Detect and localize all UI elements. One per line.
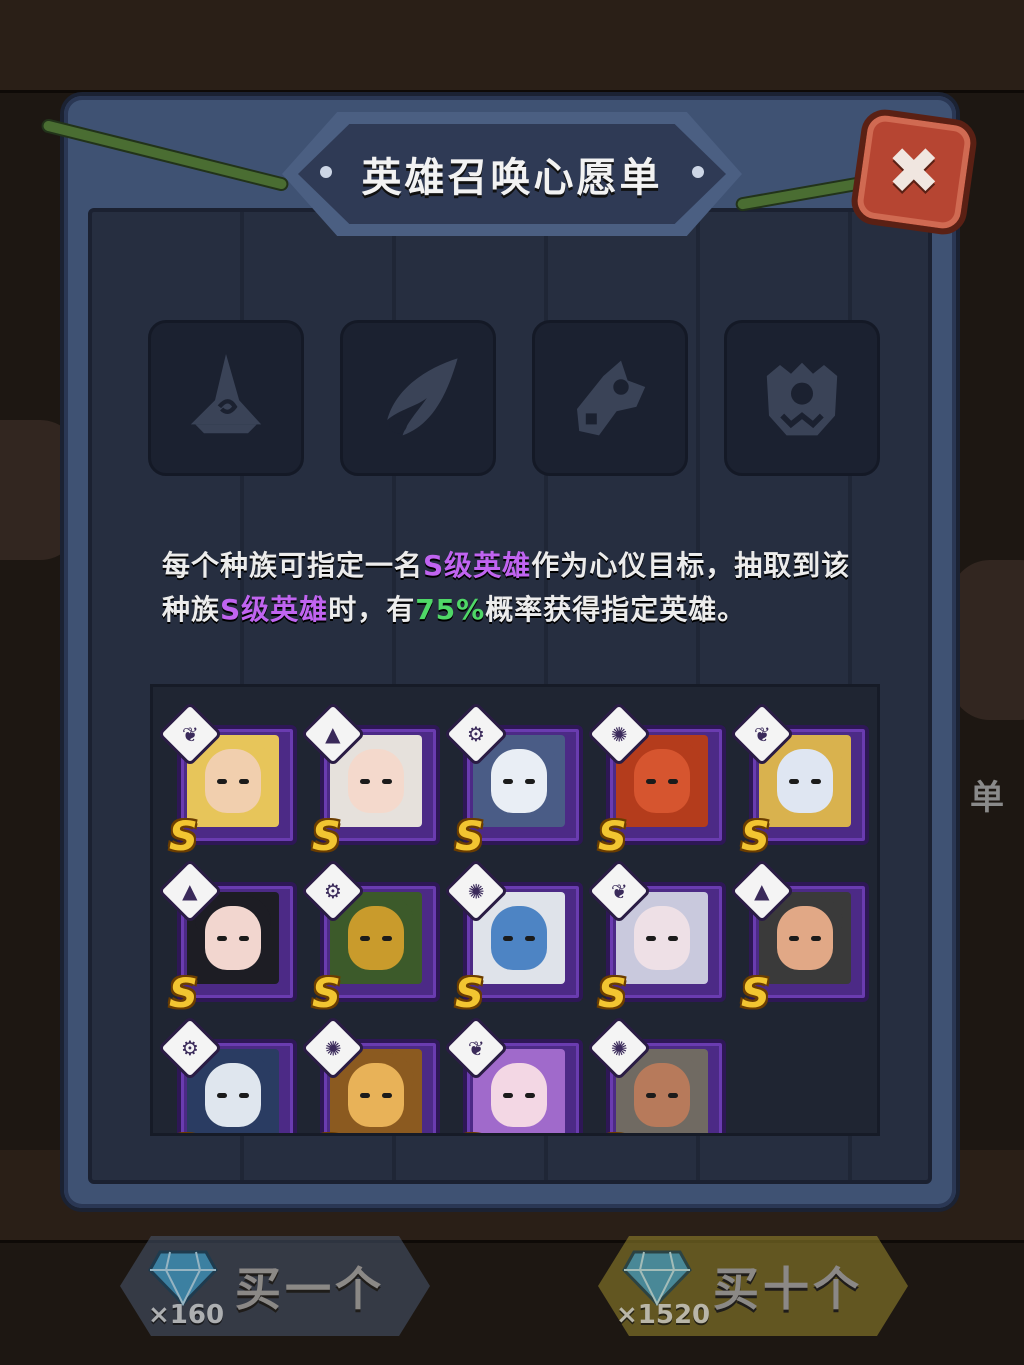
hero-eye bbox=[503, 936, 513, 941]
hero-face bbox=[348, 749, 404, 813]
hero-eye bbox=[525, 936, 535, 941]
hero-card[interactable]: ▲ S bbox=[157, 858, 297, 1014]
hero-eye bbox=[668, 936, 678, 941]
race-filter-wing[interactable] bbox=[340, 320, 496, 476]
title-plate-inner: 英雄召唤心愿单 bbox=[298, 124, 726, 224]
buy-ten-cost: ×1520 bbox=[616, 1300, 711, 1330]
hero-eye bbox=[360, 936, 370, 941]
hero-card[interactable]: ✺S bbox=[586, 1015, 726, 1133]
hero-eye bbox=[789, 936, 799, 941]
hero-face bbox=[634, 906, 690, 970]
hero-card[interactable]: ❦S bbox=[729, 701, 869, 857]
hero-eye bbox=[789, 779, 799, 784]
hero-card[interactable]: ❦S bbox=[586, 858, 726, 1014]
wishlist-description: 每个种族可指定一名S级英雄作为心仪目标，抽取到该种族S级英雄时，有75%概率获得… bbox=[162, 549, 851, 626]
hero-card[interactable]: ✺S bbox=[300, 1015, 440, 1133]
highlight-probability: 75% bbox=[415, 593, 486, 626]
hero-eye bbox=[239, 936, 249, 941]
wing-icon bbox=[387, 358, 458, 436]
highlight-s-rank: S级英雄 bbox=[423, 549, 532, 582]
s-rank-badge: S bbox=[741, 971, 770, 1017]
hero-face bbox=[205, 749, 261, 813]
hero-eye bbox=[360, 779, 370, 784]
s-rank-badge: S bbox=[169, 971, 198, 1017]
hero-eye bbox=[646, 936, 656, 941]
hero-eye bbox=[525, 1093, 535, 1098]
hero-face bbox=[634, 1063, 690, 1127]
buy-one-label: 买一个 bbox=[235, 1262, 385, 1316]
buy-ten-label: 买十个 bbox=[713, 1262, 863, 1316]
hero-eye bbox=[811, 936, 821, 941]
s-rank-badge: S bbox=[455, 1131, 484, 1133]
hero-card[interactable]: ⚙S bbox=[443, 701, 583, 857]
hero-eye bbox=[668, 1093, 678, 1098]
buy-one-cost: ×160 bbox=[148, 1300, 225, 1330]
diamond-icon bbox=[622, 1250, 692, 1306]
hero-eye bbox=[239, 779, 249, 784]
race-filter-beast[interactable] bbox=[724, 320, 880, 476]
hero-face bbox=[634, 749, 690, 813]
close-button[interactable]: ✖ bbox=[848, 106, 980, 238]
monster-face-icon bbox=[766, 362, 838, 436]
hero-eye bbox=[646, 779, 656, 784]
bg-side-text: 单 bbox=[970, 778, 1004, 818]
hero-eye bbox=[668, 779, 678, 784]
hero-card[interactable]: ⚙S bbox=[300, 858, 440, 1014]
hero-eye bbox=[382, 1093, 392, 1098]
hero-face bbox=[205, 906, 261, 970]
s-rank-badge: S bbox=[312, 971, 341, 1017]
hero-eye bbox=[382, 936, 392, 941]
hero-eye bbox=[217, 936, 227, 941]
bg-plank bbox=[0, 0, 1024, 93]
s-rank-badge: S bbox=[455, 971, 484, 1017]
s-rank-badge: S bbox=[598, 1131, 627, 1133]
bg-character bbox=[950, 560, 1024, 720]
hero-face bbox=[491, 749, 547, 813]
s-rank-badge: S bbox=[169, 1131, 198, 1133]
hero-eye bbox=[239, 1093, 249, 1098]
race-filter-mage[interactable] bbox=[148, 320, 304, 476]
s-rank-badge: S bbox=[169, 814, 198, 860]
hero-face bbox=[777, 749, 833, 813]
hero-eye bbox=[382, 779, 392, 784]
s-rank-badge: S bbox=[312, 814, 341, 860]
dialog-title: 英雄召唤心愿单 bbox=[361, 155, 663, 201]
hero-card[interactable]: ✺S bbox=[443, 858, 583, 1014]
hero-face bbox=[777, 906, 833, 970]
wizard-hat-icon bbox=[190, 354, 262, 434]
hero-face bbox=[205, 1063, 261, 1127]
hero-card[interactable]: ▲ S bbox=[300, 701, 440, 857]
hero-card[interactable]: ❦S bbox=[157, 701, 297, 857]
hero-eye bbox=[217, 779, 227, 784]
hero-eye bbox=[503, 779, 513, 784]
hero-card[interactable]: ✺S bbox=[586, 701, 726, 857]
hero-face bbox=[348, 906, 404, 970]
hero-eye bbox=[217, 1093, 227, 1098]
hero-eye bbox=[811, 779, 821, 784]
hero-face bbox=[348, 1063, 404, 1127]
race-filter-mech[interactable] bbox=[532, 320, 688, 476]
hero-face bbox=[491, 1063, 547, 1127]
s-rank-badge: S bbox=[598, 814, 627, 860]
hero-grid: ❦S▲S⚙S✺S❦S▲S⚙S✺S❦S▲S⚙S✺S❦S✺S bbox=[150, 684, 880, 1136]
hero-eye bbox=[503, 1093, 513, 1098]
diamond-icon bbox=[148, 1250, 218, 1306]
hero-face bbox=[491, 906, 547, 970]
hero-eye bbox=[360, 1093, 370, 1098]
s-rank-badge: S bbox=[312, 1131, 341, 1133]
highlight-s-rank: S级英雄 bbox=[220, 593, 329, 626]
hero-eye bbox=[646, 1093, 656, 1098]
hero-card[interactable]: ▲ S bbox=[729, 858, 869, 1014]
hero-card[interactable]: ⚙S bbox=[157, 1015, 297, 1133]
title-ornament bbox=[692, 166, 704, 178]
s-rank-badge: S bbox=[741, 814, 770, 860]
mech-beast-icon bbox=[577, 360, 646, 436]
title-ornament bbox=[320, 166, 332, 178]
s-rank-badge: S bbox=[455, 814, 484, 860]
s-rank-badge: S bbox=[598, 971, 627, 1017]
close-icon: ✖ bbox=[887, 135, 941, 209]
hero-card[interactable]: ❦S bbox=[443, 1015, 583, 1133]
hero-eye bbox=[525, 779, 535, 784]
